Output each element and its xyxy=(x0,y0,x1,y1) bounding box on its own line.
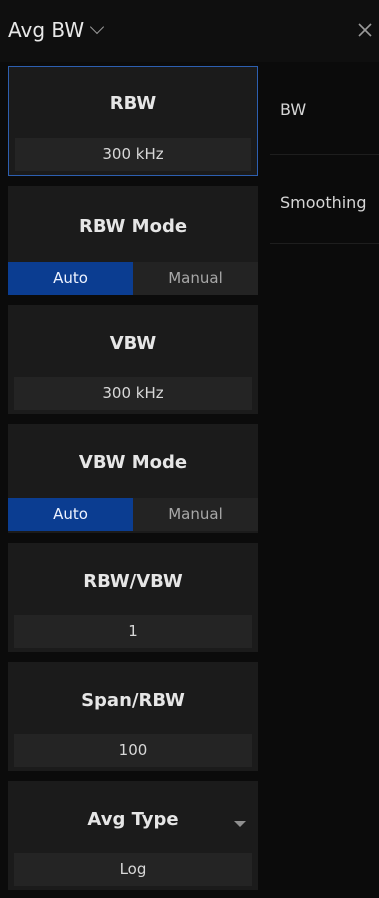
submenu-item-label: BW xyxy=(280,100,307,119)
rbw-mode-setting: RBW Mode Auto Manual xyxy=(8,186,258,295)
submenu-item-label: Smoothing xyxy=(280,193,367,212)
chevron-down-icon xyxy=(90,19,105,35)
span-rbw-ratio-value-field[interactable]: 100 xyxy=(14,734,252,767)
rbw-mode-manual-button[interactable]: Manual xyxy=(133,262,258,295)
menu-header: Avg BW xyxy=(0,0,379,62)
avg-type-label: Avg Type xyxy=(87,809,179,830)
rbw-vbw-ratio-label: RBW/VBW xyxy=(83,571,183,592)
rbw-vbw-ratio-setting[interactable]: RBW/VBW 1 xyxy=(8,543,258,652)
vbw-mode-toggle[interactable]: Auto Manual xyxy=(8,498,258,531)
vbw-label: VBW xyxy=(109,333,157,354)
rbw-value-field[interactable]: 300 kHz xyxy=(15,138,251,171)
span-rbw-ratio-setting[interactable]: Span/RBW 100 xyxy=(8,662,258,771)
vbw-mode-label: VBW Mode xyxy=(78,452,188,473)
submenu-item-bw[interactable]: BW xyxy=(270,66,379,155)
avg-type-setting[interactable]: Avg Type Log xyxy=(8,781,258,890)
vbw-mode-auto-button[interactable]: Auto xyxy=(8,498,133,531)
rbw-setting[interactable]: RBW 300 kHz xyxy=(8,66,258,176)
menu-title: Avg BW xyxy=(8,18,85,42)
vbw-mode-manual-button[interactable]: Manual xyxy=(133,498,258,531)
dropdown-arrow-icon xyxy=(234,821,246,827)
rbw-mode-toggle[interactable]: Auto Manual xyxy=(8,262,258,295)
rbw-mode-auto-button[interactable]: Auto xyxy=(8,262,133,295)
rbw-mode-label: RBW Mode xyxy=(78,216,188,237)
settings-column: RBW 300 kHz RBW Mode Auto Manual VBW 300… xyxy=(8,66,258,890)
vbw-value-field[interactable]: 300 kHz xyxy=(14,377,252,410)
avg-type-value-field[interactable]: Log xyxy=(14,853,252,886)
menu-title-dropdown[interactable]: Avg BW xyxy=(8,18,105,42)
vbw-setting[interactable]: VBW 300 kHz xyxy=(8,305,258,414)
close-icon[interactable] xyxy=(355,20,375,40)
vbw-mode-setting: VBW Mode Auto Manual xyxy=(8,424,258,533)
rbw-vbw-ratio-value-field[interactable]: 1 xyxy=(14,615,252,648)
bw-submenu: BW Smoothing xyxy=(270,66,379,244)
rbw-label: RBW xyxy=(109,93,157,114)
submenu-item-smoothing[interactable]: Smoothing xyxy=(270,155,379,244)
span-rbw-ratio-label: Span/RBW xyxy=(81,690,185,711)
